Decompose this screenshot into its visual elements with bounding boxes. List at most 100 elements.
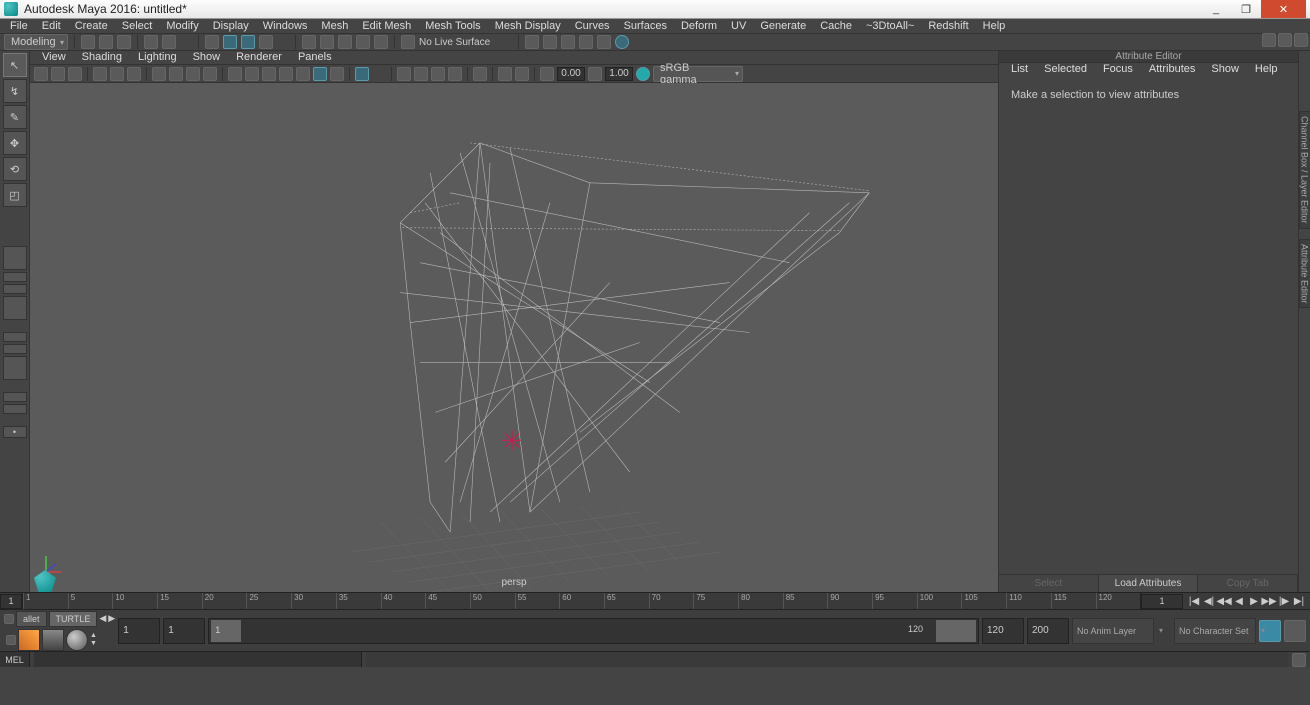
view-transform-dropdown[interactable]: sRGB gamma — [653, 66, 743, 82]
two-stacked-layout[interactable] — [3, 284, 27, 294]
timeline-ruler[interactable]: 1510152025303540455055606570758085909510… — [22, 593, 1141, 609]
animation-end-field[interactable]: 120 — [982, 618, 1024, 644]
minimize-button[interactable]: _ — [1201, 0, 1231, 18]
xray-icon[interactable] — [397, 67, 411, 81]
menu-display[interactable]: Display — [207, 20, 255, 32]
smooth-shade-icon[interactable] — [245, 67, 259, 81]
snap-plane-icon[interactable] — [356, 35, 370, 49]
snap-live-icon[interactable] — [374, 35, 388, 49]
play-reverse-button[interactable]: ◀ — [1232, 594, 1246, 608]
account-icon[interactable] — [1262, 33, 1276, 47]
bookmarks-icon[interactable] — [68, 67, 82, 81]
scale-tool[interactable]: ◰ — [3, 183, 27, 207]
shelf-scroll-left-icon[interactable]: ◀ — [99, 613, 106, 624]
xray-joints-icon[interactable] — [414, 67, 428, 81]
menu-redshift[interactable]: Redshift — [922, 20, 974, 32]
shelf-menu-icon[interactable] — [6, 635, 16, 645]
go-to-start-button[interactable]: |◀ — [1187, 594, 1201, 608]
custom-layout-2[interactable] — [3, 404, 27, 414]
paint-select-tool[interactable]: ✎ — [3, 105, 27, 129]
gate-mask-icon[interactable] — [203, 67, 217, 81]
render-settings-icon[interactable] — [579, 35, 593, 49]
animation-start-field[interactable]: 1 — [163, 618, 205, 644]
range-handle-start[interactable]: 1 — [211, 620, 241, 642]
turtle-ball-icon[interactable] — [66, 629, 88, 651]
shadows-icon[interactable] — [330, 67, 344, 81]
workspace-layout-icon[interactable] — [1278, 33, 1292, 47]
panel-menu-view[interactable]: View — [36, 51, 72, 64]
resolution-gate-icon[interactable] — [186, 67, 200, 81]
two-d-pan-icon[interactable] — [110, 67, 124, 81]
undo-icon[interactable] — [144, 35, 158, 49]
single-perspective-layout[interactable] — [3, 246, 27, 270]
hypershade-icon[interactable] — [615, 35, 629, 49]
select-camera-icon[interactable] — [34, 67, 48, 81]
step-forward-button[interactable]: ▶▶ — [1262, 594, 1276, 608]
construction-history-icon[interactable] — [525, 35, 539, 49]
menu-deform[interactable]: Deform — [675, 20, 723, 32]
range-handle-end[interactable] — [936, 620, 976, 642]
isolate-select-icon[interactable] — [355, 67, 369, 81]
use-all-lights-icon[interactable] — [313, 67, 327, 81]
attr-menu-show[interactable]: Show — [1205, 63, 1245, 77]
menu-edit[interactable]: Edit — [36, 20, 67, 32]
grease-pencil-icon[interactable] — [127, 67, 141, 81]
attr-menu-selected[interactable]: Selected — [1038, 63, 1093, 77]
turtle-bake-icon[interactable] — [18, 629, 40, 651]
textured-icon[interactable] — [296, 67, 310, 81]
use-default-material-icon[interactable] — [262, 67, 276, 81]
set-key-icon[interactable] — [1284, 620, 1306, 642]
render-frame-icon[interactable] — [543, 35, 557, 49]
persp-outliner-layout[interactable] — [3, 332, 27, 342]
ipr-render-icon[interactable] — [561, 35, 575, 49]
motion-blur-icon[interactable] — [448, 67, 462, 81]
shelf-up-icon[interactable]: ▲ — [90, 632, 96, 639]
step-back-key-button[interactable]: ◀| — [1202, 594, 1216, 608]
snap-curve-icon[interactable] — [320, 35, 334, 49]
shelf-tab-prev[interactable]: allet — [16, 611, 47, 627]
dof-icon[interactable] — [498, 67, 512, 81]
start-frame-field[interactable]: 1 — [0, 594, 22, 609]
viewport-persp[interactable]: persp — [30, 83, 998, 592]
panel-menu-lighting[interactable]: Lighting — [132, 51, 183, 64]
anim-layer-dropdown[interactable]: No Anim Layer — [1072, 618, 1154, 644]
attr-menu-focus[interactable]: Focus — [1097, 63, 1139, 77]
menu-generate[interactable]: Generate — [754, 20, 812, 32]
ms-aa-icon[interactable] — [473, 67, 487, 81]
snap-grid-icon[interactable] — [302, 35, 316, 49]
channel-box-tab[interactable]: Channel Box / Layer Editor — [1299, 111, 1310, 229]
lasso-tool[interactable]: ↯ — [3, 79, 27, 103]
menu-uv[interactable]: UV — [725, 20, 752, 32]
current-frame-field[interactable]: 1 — [1141, 594, 1183, 609]
exposure-icon[interactable] — [515, 67, 529, 81]
select-by-component-type-icon[interactable] — [259, 35, 273, 49]
shelf-tab-turtle[interactable]: TURTLE — [49, 611, 98, 627]
four-view-layout[interactable] — [3, 272, 27, 282]
redo-icon[interactable] — [162, 35, 176, 49]
menu-mesh[interactable]: Mesh — [315, 20, 354, 32]
make-live-icon[interactable] — [401, 35, 415, 49]
close-button[interactable]: ✕ — [1261, 0, 1306, 18]
playback-start-field[interactable]: 1 — [118, 618, 160, 644]
attr-menu-help[interactable]: Help — [1249, 63, 1284, 77]
go-to-end-button[interactable]: ▶| — [1292, 594, 1306, 608]
menu-cache[interactable]: Cache — [814, 20, 858, 32]
maximize-button[interactable]: ❐ — [1231, 0, 1261, 18]
film-gate-icon[interactable] — [169, 67, 183, 81]
character-set-dropdown[interactable]: No Character Set — [1174, 618, 1256, 644]
snap-point-icon[interactable] — [338, 35, 352, 49]
select-by-object-icon[interactable] — [223, 35, 237, 49]
panel-menu-renderer[interactable]: Renderer — [230, 51, 288, 64]
camera-attributes-icon[interactable] — [51, 67, 65, 81]
save-scene-icon[interactable] — [117, 35, 131, 49]
menu-select[interactable]: Select — [116, 20, 159, 32]
grid-icon[interactable] — [152, 67, 166, 81]
attr-menu-attributes[interactable]: Attributes — [1143, 63, 1201, 77]
attribute-editor-tab[interactable]: Attribute Editor — [1299, 239, 1310, 309]
menu-windows[interactable]: Windows — [257, 20, 314, 32]
panel-menu-show[interactable]: Show — [187, 51, 227, 64]
panel-menu-panels[interactable]: Panels — [292, 51, 338, 64]
script-editor-icon[interactable] — [1292, 653, 1306, 667]
rotate-tool[interactable]: ⟲ — [3, 157, 27, 181]
select-by-hierarchy-icon[interactable] — [205, 35, 219, 49]
